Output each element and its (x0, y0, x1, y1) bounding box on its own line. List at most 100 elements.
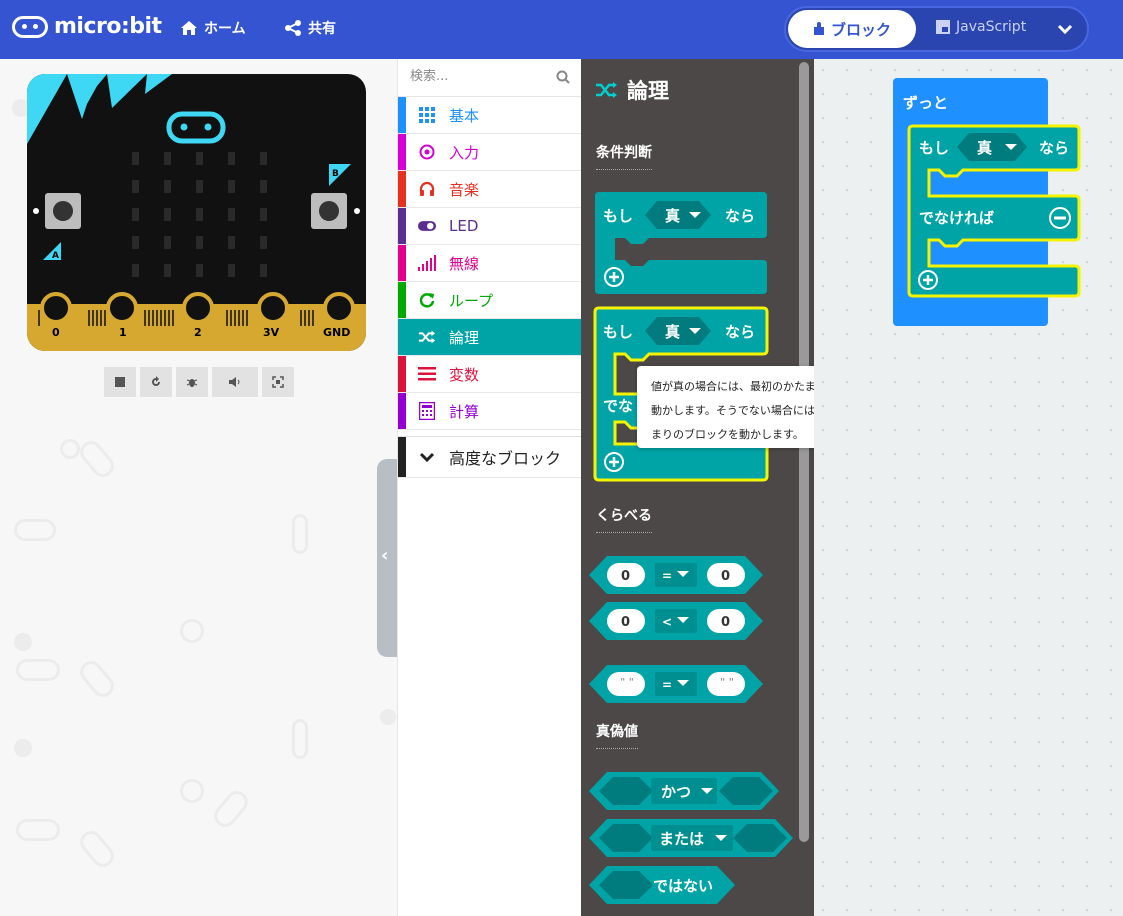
grid-dot (1086, 837, 1088, 839)
top-bar: micro:bit ホーム 共有 ブロック JavaScript (0, 0, 1123, 59)
grid-dot (966, 501, 968, 503)
grid-dot (1062, 717, 1064, 719)
grid-dot (990, 861, 992, 863)
grid-dot (1110, 381, 1112, 383)
grid-dot (1086, 477, 1088, 479)
grid-dot (846, 717, 848, 719)
grid-dot (1086, 357, 1088, 359)
toolbox-category-2[interactable]: 音楽 (398, 171, 582, 208)
toolbox-category-7[interactable]: 変数 (398, 356, 582, 393)
grid-dot (990, 597, 992, 599)
stop-button[interactable] (104, 367, 136, 397)
toolbox-category-1[interactable]: 入力 (398, 134, 582, 171)
grid-dot (846, 645, 848, 647)
restart-button[interactable] (140, 367, 172, 397)
grid-dot (1110, 861, 1112, 863)
grid-dot (846, 525, 848, 527)
compare-less-block[interactable]: 0 < 0 (589, 600, 764, 642)
flyout-scrollbar[interactable] (799, 62, 809, 842)
toolbox-category-5[interactable]: ループ (398, 282, 582, 319)
led-pixel (132, 180, 139, 193)
grid-dot (1014, 813, 1016, 815)
grid-dot (1014, 453, 1016, 455)
bg-pattern-pill (292, 514, 308, 554)
if-then-block[interactable]: もし 真 なら (595, 192, 785, 302)
share-button[interactable]: 共有 (284, 18, 336, 38)
advanced-blocks-button[interactable]: 高度なブロック (398, 436, 582, 478)
grid-dot (1014, 477, 1016, 479)
grid-dot (918, 909, 920, 911)
led-pixel (260, 152, 267, 165)
grid-dot (894, 333, 896, 335)
led-pixel (228, 180, 235, 193)
grid-dot (966, 453, 968, 455)
toolbox-category-3[interactable]: LED (398, 208, 582, 245)
grid-dot (1062, 93, 1064, 95)
home-button[interactable]: ホーム (180, 18, 246, 38)
toolbox-category-0[interactable]: 基本 (398, 97, 582, 134)
grid-dot (966, 357, 968, 359)
debug-button[interactable] (176, 367, 208, 397)
grid-dot (966, 69, 968, 71)
mute-button[interactable] (212, 367, 258, 397)
compare-equals-block[interactable]: 0 = 0 (589, 554, 764, 596)
grid-dot (1014, 549, 1016, 551)
toolbox-category-8[interactable]: 計算 (398, 393, 582, 430)
toolbox-category-4[interactable]: 無線 (398, 245, 582, 282)
grid-dot (1086, 525, 1088, 527)
toolbox-category-6[interactable]: 論理 (398, 319, 582, 356)
svg-text:0: 0 (621, 615, 630, 630)
grid-dot (846, 813, 848, 815)
grid-dot (1086, 549, 1088, 551)
chevron-down-icon[interactable] (1057, 22, 1073, 36)
led-pixel (132, 152, 139, 165)
grid-dot (942, 69, 944, 71)
led-pixel (228, 264, 235, 277)
category-label: 音楽 (449, 180, 480, 199)
grid-dot (870, 381, 872, 383)
grid-dot (1086, 333, 1088, 335)
grid-dot (870, 837, 872, 839)
compare-string-block[interactable]: " " = " " (589, 663, 764, 705)
loop-icon (418, 291, 436, 309)
grid-dot (822, 645, 824, 647)
grid-dot (966, 669, 968, 671)
grid-dot (846, 765, 848, 767)
grid-dot (1062, 909, 1064, 911)
or-block[interactable]: または (589, 817, 794, 859)
category-color-bar (398, 171, 406, 207)
microbit-logo[interactable]: micro:bit (12, 14, 162, 39)
grid-dot (1086, 741, 1088, 743)
grid-dot (1014, 69, 1016, 71)
grid-dot (942, 405, 944, 407)
blocks-mode-button[interactable]: ブロック (788, 10, 916, 48)
microbit-logo-icon (12, 15, 48, 38)
home-label: ホーム (204, 21, 246, 37)
grid-dot (942, 741, 944, 743)
screenshot-button[interactable] (262, 367, 294, 397)
grid-dot (1038, 405, 1040, 407)
collapse-simulator-button[interactable]: ‹ (377, 459, 397, 657)
and-block[interactable]: かつ (589, 770, 779, 812)
grid-dot (942, 837, 944, 839)
led-pixel (164, 208, 171, 221)
search-icon[interactable] (556, 70, 570, 84)
bg-pattern-ring (180, 779, 204, 803)
toggle-icon (418, 217, 436, 235)
not-block[interactable]: ではない (589, 864, 739, 906)
grid-dot (918, 813, 920, 815)
code-workspace[interactable]: ずっと もし 真 なら でなければ (814, 59, 1123, 916)
grid-dot (870, 477, 872, 479)
javascript-mode-button[interactable]: JavaScript (936, 19, 1026, 35)
grid-dot (846, 69, 848, 71)
grid-dot (990, 525, 992, 527)
grid-dot (990, 789, 992, 791)
grid-dot (1014, 861, 1016, 863)
search-input[interactable] (410, 69, 550, 84)
grid-dot (1086, 861, 1088, 863)
grid-dot (966, 741, 968, 743)
grid-dot (846, 333, 848, 335)
led-pixel (132, 236, 139, 249)
workspace-if-else-block[interactable]: もし 真 なら でなければ (907, 124, 1083, 302)
grid-dot (990, 453, 992, 455)
